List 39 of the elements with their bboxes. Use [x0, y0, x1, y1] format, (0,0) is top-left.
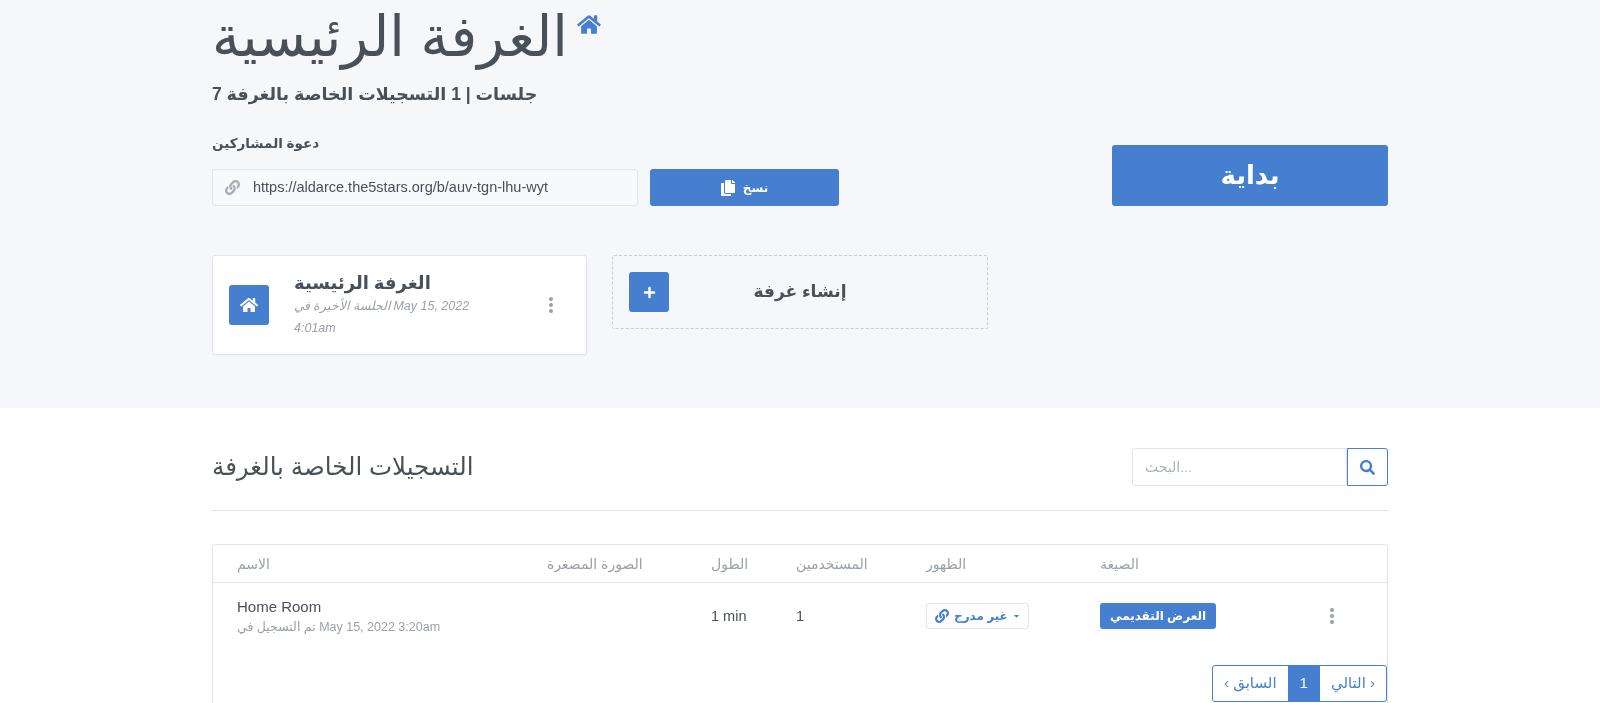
format-badge: العرض التقديمي — [1100, 603, 1217, 629]
column-header: الصورة المصغرة — [547, 555, 643, 572]
recorded-date: تم التسجيل في May 15, 2022 3:20am — [237, 618, 441, 636]
room-card[interactable]: الغرفة الرئيسية الجلسة الأخيرة في May 15, 2022 4:01am — [212, 255, 587, 355]
invite-url-field[interactable]: https://aldarce.the5stars.org/b/auv-tgn-lhu-wyt — [212, 169, 638, 206]
pagination-button[interactable]: ‹ السابق — [1212, 665, 1289, 702]
pagination-button[interactable]: 1 — [1287, 665, 1320, 702]
users-cell: 1 — [796, 608, 805, 624]
search-field[interactable]: البحث... — [1132, 448, 1347, 486]
recordings-title: التسجيلات الخاصة بالغرفة — [212, 451, 474, 483]
create-room-card[interactable]: إنشاء غرفة — [612, 255, 988, 329]
column-header: المستخدمين — [796, 555, 868, 572]
search-button[interactable] — [1347, 448, 1388, 486]
last-session-text: الجلسة الأخيرة في May 15, 2022 4:01am — [294, 297, 471, 337]
invite-label: دعوة المشاركين — [212, 135, 320, 153]
vertical-dots-icon[interactable] — [1330, 608, 1334, 624]
column-header: الطول — [711, 555, 749, 572]
home-icon — [229, 285, 269, 325]
plus-icon — [629, 272, 669, 312]
room-title: الغرفة الرئيسية — [212, 4, 568, 72]
create-room-label: إنشاء غرفة — [753, 281, 847, 304]
column-header: الظهور — [926, 555, 967, 572]
column-header: الاسم — [237, 555, 270, 572]
caret-icon — [1012, 612, 1020, 620]
copy-button[interactable]: نسخ — [650, 169, 839, 206]
recording-name: Home Room — [237, 596, 322, 617]
column-header: الصيغة — [1100, 555, 1139, 572]
start-button[interactable]: بداية — [1112, 145, 1388, 206]
vertical-dots-icon[interactable] — [549, 297, 553, 313]
search-icon — [1360, 459, 1375, 475]
link-icon — [935, 609, 949, 623]
room-stats-text: 7 جلسات | 1 التسجيلات الخاصة بالغرفة — [212, 83, 538, 106]
visibility-dropdown[interactable]: غير مدرج — [926, 603, 1029, 629]
copy-icon — [720, 179, 735, 196]
pagination-button[interactable]: التالي › — [1318, 665, 1387, 702]
link-icon — [225, 180, 240, 195]
length-cell: 1 min — [711, 608, 747, 624]
room-name: الغرفة الرئيسية — [294, 271, 431, 294]
home-icon — [576, 14, 601, 35]
